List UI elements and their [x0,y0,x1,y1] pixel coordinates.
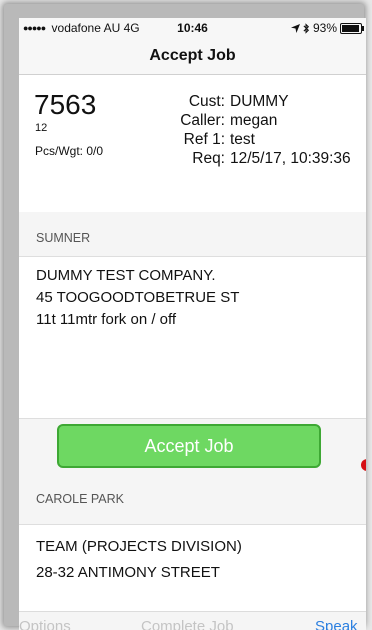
options-button[interactable]: Options [19,618,71,630]
pickup-address: DUMMY TEST COMPANY. 45 TOOGOODTOBETRUE S… [36,265,239,331]
battery-icon [340,22,364,34]
battery-percentage: 93% [312,21,337,35]
pickup-line: 45 TOOGOODTOBETRUE ST [36,289,240,306]
detail-row-requested: Req: 12/5/17, 10:39:36 [149,149,351,168]
status-bar: ●●●●● vodafone AU 4G 10:46 93% [19,18,366,38]
status-right: 93% [290,21,364,35]
detail-value: megan [230,112,278,129]
pickup-suburb-header: SUMNER [19,212,366,256]
detail-row-caller: Caller: megan [149,111,351,130]
detail-value: DUMMY [230,93,289,110]
bottom-toolbar: Options Complete Job Speak [19,611,366,630]
complete-job-button[interactable]: Complete Job [141,618,234,630]
speak-button[interactable]: Speak [315,618,358,630]
job-sub-number: 12 [35,122,48,134]
location-arrow-icon [290,23,300,33]
detail-value: 12/5/17, 10:39:36 [230,150,351,167]
job-details: Cust: DUMMY Caller: megan Ref 1: test Re… [149,92,351,168]
location-dot-icon [361,459,366,471]
divider [19,524,366,525]
pickup-line: DUMMY TEST COMPANY. [36,267,216,284]
job-number: 7563 [34,89,97,120]
delivery-suburb-header: CAROLE PARK [19,477,366,524]
delivery-suburb: CAROLE PARK [36,492,124,506]
delivery-line: 28-32 ANTIMONY STREET [36,564,220,581]
pickup-suburb: SUMNER [36,231,91,245]
pickup-line: 11t 11mtr fork on / off [36,311,177,328]
accept-job-button[interactable]: Accept Job [57,424,321,468]
delivery-line: TEAM (PROJECTS DIVISION) [36,538,242,555]
bluetooth-icon [303,22,310,34]
detail-key: Ref 1: [183,131,225,148]
navigation-bar: Accept Job [19,38,366,75]
page-title: Accept Job [149,47,236,64]
detail-row-ref: Ref 1: test [149,130,351,149]
divider [19,256,366,257]
detail-value: test [230,131,255,148]
detail-key: Req: [192,150,225,167]
pcs-weight: Pcs/Wgt: 0/0 [35,144,104,158]
detail-row-customer: Cust: DUMMY [149,92,351,111]
delivery-address: TEAM (PROJECTS DIVISION) 28-32 ANTIMONY … [36,534,242,586]
detail-key: Caller: [180,112,225,129]
app-screen: ●●●●● vodafone AU 4G 10:46 93% Accept Jo… [19,18,366,630]
detail-key: Cust: [188,93,225,110]
